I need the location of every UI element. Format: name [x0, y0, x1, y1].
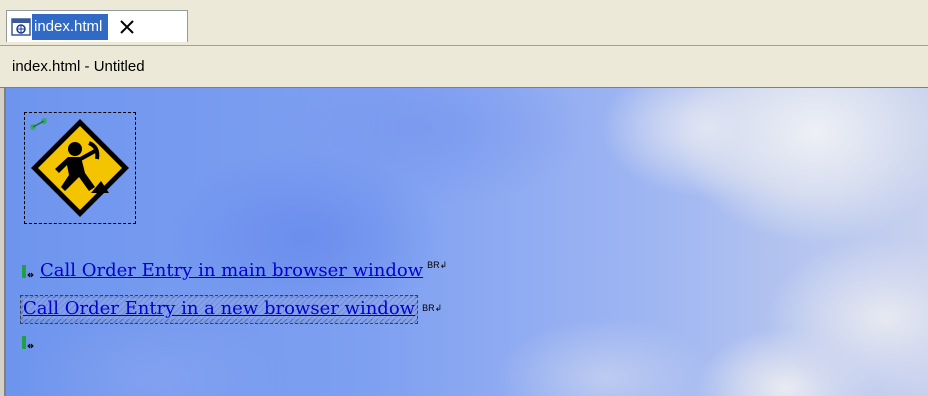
br-marker: BR↲ — [427, 260, 448, 270]
html-file-icon — [10, 17, 32, 37]
trailing-marker-row — [20, 332, 40, 352]
selected-link-highlight[interactable]: Call Order Entry in a new browser window — [20, 295, 419, 324]
construction-worker-sign-icon — [31, 119, 129, 217]
design-canvas[interactable]: Call Order Entry in main browser window … — [4, 88, 928, 396]
tab-label: index.html — [32, 13, 109, 40]
image-selection-box[interactable] — [24, 112, 136, 224]
document-title: index.html - Untitled — [12, 58, 145, 75]
tab-index-html[interactable]: index.html — [6, 10, 188, 42]
link-new-browser-window[interactable]: Call Order Entry in a new browser window — [23, 298, 416, 319]
br-marker: BR↲ — [422, 303, 443, 313]
link-row-new-window: Call Order Entry in a new browser window… — [20, 295, 442, 324]
editor-tab-bar: index.html — [0, 0, 928, 46]
link-main-browser-window[interactable]: Call Order Entry in main browser window — [40, 260, 423, 281]
close-icon[interactable] — [116, 16, 138, 38]
script-anchor-icon — [20, 261, 40, 281]
script-anchor-icon — [20, 332, 40, 352]
document-title-bar: index.html - Untitled — [0, 46, 928, 88]
link-row-main-window: Call Order Entry in main browser window … — [20, 260, 447, 281]
